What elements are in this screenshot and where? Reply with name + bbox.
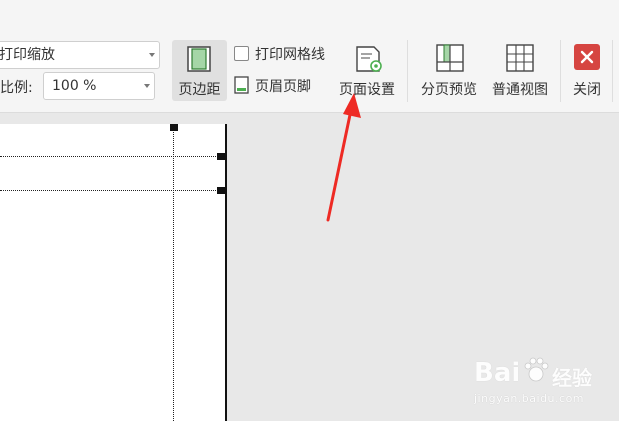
header-footer-button[interactable]: 页眉页脚 (234, 75, 324, 97)
normal-view-icon (506, 44, 534, 72)
page-break-preview-button[interactable]: 分页预览 (414, 40, 484, 101)
print-preview-page (0, 124, 227, 421)
close-button[interactable]: 关闭 (566, 40, 608, 101)
margin-handle[interactable] (217, 153, 225, 160)
right-margin-line[interactable] (173, 124, 174, 421)
divider (612, 40, 613, 102)
checkbox[interactable] (234, 46, 249, 61)
page-setup-icon (356, 46, 382, 72)
watermark-url: jingyan.baidu.com (474, 392, 585, 405)
page-break-preview-label: 分页预览 (421, 82, 477, 98)
top-margin-line[interactable] (0, 190, 220, 191)
divider (560, 40, 561, 102)
baidu-watermark: Bai 经验 jingyan.baidu.com (472, 350, 612, 410)
margins-label: 页边距 (178, 82, 221, 98)
header-footer-label: 页眉页脚 (255, 79, 311, 95)
close-icon (574, 44, 600, 70)
ribbon-toolbar: 打印缩放 比例: 100 % 页边距 打印网格线 页眉页脚 页面设置 分页预览 … (0, 0, 619, 113)
margin-handle[interactable] (217, 187, 225, 194)
header-margin-line[interactable] (0, 156, 220, 157)
print-gridlines-checkbox[interactable]: 打印网格线 (234, 44, 334, 64)
scale-input[interactable]: 100 % (43, 72, 155, 100)
normal-view-button[interactable]: 普通视图 (486, 40, 554, 101)
print-scale-dropdown-value: 打印缩放 (0, 47, 55, 63)
scale-input-value: 100 % (52, 78, 97, 94)
scale-label: 比例: (0, 80, 33, 96)
watermark-brand: Bai (474, 358, 521, 388)
watermark-brand-cn: 经验 (552, 366, 592, 390)
chevron-down-icon (149, 53, 155, 57)
header-footer-icon (234, 76, 249, 94)
divider (407, 40, 408, 102)
page-break-preview-icon (436, 44, 464, 72)
normal-view-label: 普通视图 (492, 82, 548, 98)
print-scale-dropdown[interactable]: 打印缩放 (0, 41, 160, 69)
print-gridlines-label: 打印网格线 (255, 47, 325, 63)
annotation-arrow (326, 93, 361, 222)
margins-icon (187, 46, 211, 72)
chevron-down-icon (144, 84, 150, 88)
margins-button[interactable]: 页边距 (172, 40, 227, 101)
margin-handle[interactable] (170, 124, 178, 131)
close-label: 关闭 (573, 82, 601, 98)
paw-icon (524, 357, 549, 382)
